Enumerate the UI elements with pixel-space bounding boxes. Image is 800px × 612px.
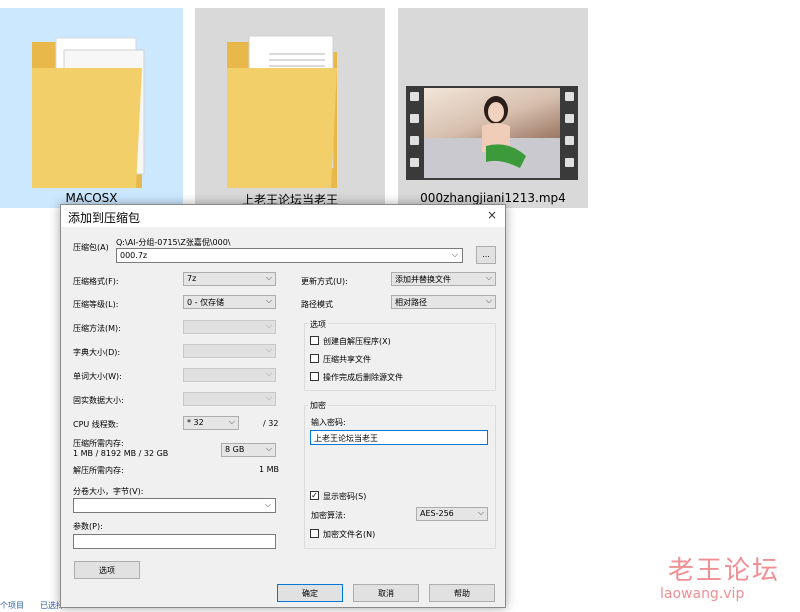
browse-button[interactable]: ... xyxy=(476,246,496,264)
threads-select[interactable]: * 32 ⌵ xyxy=(183,416,239,430)
video-frame-image xyxy=(424,88,560,178)
level-label: 压缩等级(L): xyxy=(73,300,119,309)
solid-label: 固实数据大小: xyxy=(73,396,124,405)
threads-value: * 32 xyxy=(187,418,204,427)
file-tile-macosx[interactable]: MACOSX xyxy=(0,8,183,208)
folder-icon xyxy=(227,35,337,188)
split-label: 分卷大小，字节(V): xyxy=(73,487,144,496)
ok-button[interactable]: 确定 xyxy=(277,584,343,602)
shared-label: 压缩共享文件 xyxy=(323,355,371,364)
chevron-down-icon: ⌵ xyxy=(265,444,272,453)
word-label: 单词大小(W): xyxy=(73,372,122,381)
params-input[interactable] xyxy=(73,534,276,549)
file-tile-video[interactable]: 000zhangjiani1213.mp4 xyxy=(398,8,588,208)
mem-decompress-value: 1 MB xyxy=(259,465,280,474)
archive-path: Q:\AI-分组-0715\Z张嘉倪\000\ xyxy=(116,238,231,247)
chevron-down-icon: ⌵ xyxy=(451,250,458,259)
pathmode-select[interactable]: 相对路径 ⌵ xyxy=(391,295,496,309)
mem-compress-detail: 1 MB / 8192 MB / 32 GB xyxy=(73,449,169,458)
sfx-checkbox[interactable] xyxy=(310,336,319,345)
chevron-down-icon: ⌵ xyxy=(477,508,484,517)
archive-name-value: 000.7z xyxy=(120,251,148,260)
delete-checkbox[interactable] xyxy=(310,372,319,381)
format-value: 7z xyxy=(187,274,197,283)
show-password-label: 显示密码(S) xyxy=(323,492,367,501)
chevron-down-icon: ⌵ xyxy=(485,296,492,305)
file-tile-folder[interactable]: 上老王论坛当老王 xyxy=(195,8,385,208)
enc-method-value: AES-256 xyxy=(420,509,454,518)
mem-limit-select[interactable]: 8 GB ⌵ xyxy=(221,443,276,457)
dialog-titlebar: 添加到压缩包 × xyxy=(61,205,505,227)
chevron-down-icon: ⌵ xyxy=(485,273,492,282)
shared-checkbox[interactable] xyxy=(310,354,319,363)
dialog-title: 添加到压缩包 xyxy=(68,211,141,225)
solid-select: ⌵ xyxy=(183,392,276,406)
video-thumbnail xyxy=(406,86,578,180)
chevron-down-icon: ⌵ xyxy=(265,369,272,378)
split-combo[interactable]: ⌵ xyxy=(73,498,276,513)
chevron-down-icon: ⌵ xyxy=(264,500,271,509)
show-password-checkbox[interactable]: ✓ xyxy=(310,491,319,500)
update-select[interactable]: 添加并替换文件 ⌵ xyxy=(391,272,496,286)
watermark-url: laowang.vip xyxy=(660,586,745,602)
chevron-down-icon: ⌵ xyxy=(265,321,272,330)
help-button[interactable]: 帮助 xyxy=(429,584,495,602)
method-select: ⌵ xyxy=(183,320,276,334)
chevron-down-icon: ⌵ xyxy=(265,296,272,305)
options-group-label: 选项 xyxy=(308,319,328,330)
mem-compress-label: 压缩所需内存: xyxy=(73,439,124,448)
encrypt-names-checkbox[interactable] xyxy=(310,529,319,538)
dict-select: ⌵ xyxy=(183,344,276,358)
cancel-button[interactable]: 取消 xyxy=(353,584,419,602)
file-name: MACOSX xyxy=(65,191,118,205)
format-label: 压缩格式(F): xyxy=(73,277,119,286)
chevron-down-icon: ⌵ xyxy=(265,345,272,354)
archive-label: 压缩包(A) xyxy=(73,243,109,252)
chevron-down-icon: ⌵ xyxy=(228,417,235,426)
password-label: 输入密码: xyxy=(311,418,346,427)
threads-max: / 32 xyxy=(263,419,279,428)
watermark-text: 老王论坛 xyxy=(668,556,781,586)
chevron-down-icon: ⌵ xyxy=(265,273,272,282)
encrypt-names-label: 加密文件名(N) xyxy=(323,530,376,539)
pathmode-label: 路径模式 xyxy=(301,300,333,309)
close-icon[interactable]: × xyxy=(487,208,497,222)
threads-label: CPU 线程数: xyxy=(73,420,119,429)
format-select[interactable]: 7z ⌵ xyxy=(183,272,276,286)
update-label: 更新方式(U): xyxy=(301,277,348,286)
mem-limit-value: 8 GB xyxy=(225,445,245,454)
word-select: ⌵ xyxy=(183,368,276,382)
mem-decompress-label: 解压所需内存: xyxy=(73,466,124,475)
level-value: 0 - 仅存储 xyxy=(187,298,225,307)
pathmode-value: 相对路径 xyxy=(395,298,427,307)
chevron-down-icon: ⌵ xyxy=(265,393,272,402)
file-name: 000zhangjiani1213.mp4 xyxy=(420,191,566,205)
params-label: 参数(P): xyxy=(73,522,103,531)
status-item-count: 个项目 xyxy=(0,601,24,610)
update-value: 添加并替换文件 xyxy=(395,275,451,284)
folder-icon xyxy=(32,37,145,188)
archive-name-combo[interactable]: 000.7z ⌵ xyxy=(116,248,463,263)
encryption-group-label: 加密 xyxy=(308,400,328,411)
enc-method-select[interactable]: AES-256 ⌵ xyxy=(416,507,488,521)
level-select[interactable]: 0 - 仅存储 ⌵ xyxy=(183,295,276,309)
sfx-label: 创建自解压程序(X) xyxy=(323,337,391,346)
delete-label: 操作完成后删除源文件 xyxy=(323,373,403,382)
add-to-archive-dialog: 添加到压缩包 × 压缩包(A) Q:\AI-分组-0715\Z张嘉倪\000\ … xyxy=(60,204,506,608)
password-input[interactable]: 上老王论坛当老王 xyxy=(310,430,488,445)
dict-label: 字典大小(D): xyxy=(73,348,121,357)
method-label: 压缩方法(M): xyxy=(73,324,121,333)
options-button[interactable]: 选项 xyxy=(74,561,140,579)
enc-method-label: 加密算法: xyxy=(311,511,346,520)
